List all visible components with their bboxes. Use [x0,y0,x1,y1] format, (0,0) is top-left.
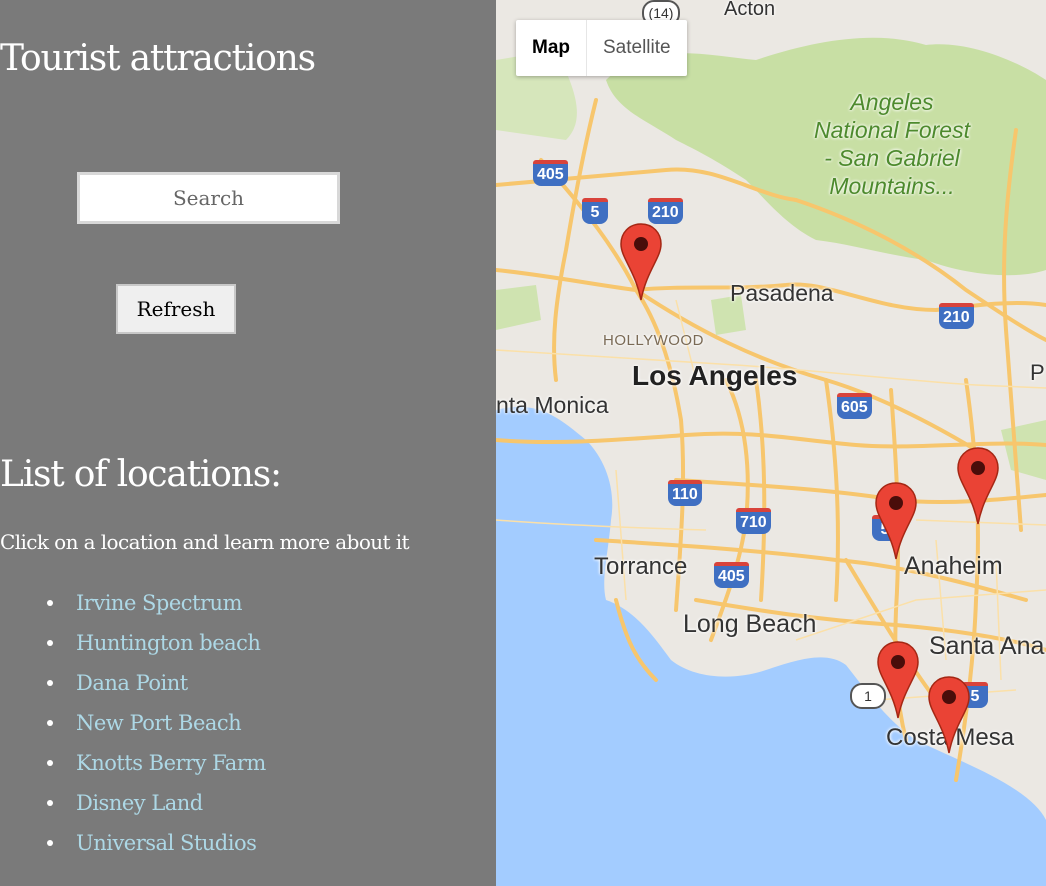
map-label-torrance: Torrance [594,553,688,580]
list-item: Disney Land [0,783,266,823]
list-item: New Port Beach [0,703,266,743]
highway-shield-5: 5 [582,198,608,224]
location-link-universal-studios[interactable]: Universal Studios [76,831,257,855]
location-link-new-port-beach[interactable]: New Port Beach [76,711,242,735]
list-item: Universal Studios [0,823,266,863]
map-label-los-angeles: Los Angeles [632,360,798,391]
highway-shield-605: 605 [837,393,872,419]
map-type-satellite-button[interactable]: Satellite [587,20,687,76]
location-link-huntington-beach[interactable]: Huntington beach [76,631,261,655]
map-label-santa-monica: nta Monica [496,392,609,418]
map-label-anaheim: Anaheim [904,552,1003,580]
map-marker-icon[interactable] [956,446,1000,526]
search-input[interactable] [77,172,340,224]
map-label-long-beach: Long Beach [683,610,817,638]
refresh-button[interactable]: Refresh [116,284,236,334]
map-label-p-edge: P [1030,360,1045,385]
list-item: Dana Point [0,663,266,703]
list-item: Knotts Berry Farm [0,743,266,783]
page-title: Tourist attractions [0,38,316,79]
map-label-hollywood: HOLLYWOOD [603,332,704,349]
list-hint: Click on a location and learn more about… [0,530,410,554]
location-link-knotts-berry-farm[interactable]: Knotts Berry Farm [76,751,266,775]
map-view[interactable]: Acton Angeles National Forest - San Gabr… [496,0,1046,886]
map-marker-icon[interactable] [876,640,920,720]
highway-shield-710: 710 [736,508,771,534]
highway-shield-405: 405 [714,562,749,588]
location-link-dana-point[interactable]: Dana Point [76,671,188,695]
list-heading: List of locations: [0,454,282,495]
map-marker-icon[interactable] [927,675,971,755]
map-marker-icon[interactable] [874,481,918,561]
map-label-acton: Acton [724,0,776,20]
location-list: Irvine Spectrum Huntington beach Dana Po… [0,583,266,863]
map-type-map-button[interactable]: Map [516,20,587,76]
highway-shield-405: 405 [533,160,568,186]
location-link-irvine-spectrum[interactable]: Irvine Spectrum [76,591,242,615]
map-label-forest: Angeles National Forest - San Gabriel Mo… [814,89,970,199]
list-item: Irvine Spectrum [0,583,266,623]
list-item: Huntington beach [0,623,266,663]
highway-shield-210: 210 [939,303,974,329]
highway-shield-110: 110 [668,480,702,506]
map-type-control: Map Satellite [516,20,687,76]
map-label-santa-ana: Santa Ana [929,632,1045,660]
map-marker-icon[interactable] [619,222,663,302]
highway-shield-210: 210 [648,198,683,224]
location-link-disney-land[interactable]: Disney Land [76,791,203,815]
map-label-pasadena: Pasadena [730,280,834,306]
sidebar: Tourist attractions Refresh List of loca… [0,0,496,886]
